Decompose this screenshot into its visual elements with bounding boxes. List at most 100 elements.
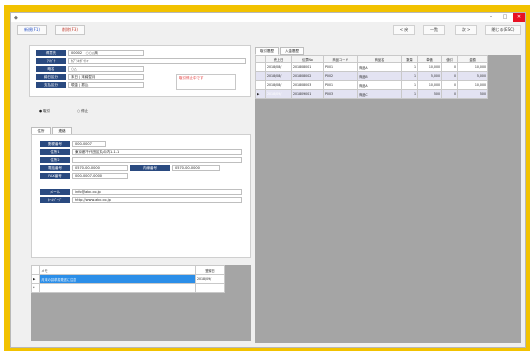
address2-label: 住所2 <box>40 157 70 163</box>
customer-code-label: 得意先 <box>36 50 66 56</box>
amount-cell[interactable]: 5,000 <box>457 71 488 81</box>
discount-cell[interactable]: 0 <box>441 89 458 99</box>
radio-option-2[interactable]: ○ 停止 <box>77 109 88 114</box>
amount-cell[interactable]: 10,000 <box>457 80 488 90</box>
customer-code-field[interactable]: 00002 ○○△商 <box>68 50 144 56</box>
list-button[interactable]: 一覧 <box>423 25 445 35</box>
toolbar: 新規(F1) 削除(F3) < 戻 一覧 次 > 閉じる(ESC) <box>11 24 525 36</box>
col-code: 商品コード <box>323 55 358 63</box>
table-row[interactable]: 2018/08/201808003 P001 商品A 1 10,000 0 10,000 <box>255 80 488 90</box>
amount-cell[interactable]: 500 <box>457 89 488 99</box>
zip-label: 郵便番号 <box>40 141 70 147</box>
col-qty: 数量 <box>401 55 418 63</box>
discount-cell[interactable]: 0 <box>441 71 458 81</box>
closing-select[interactable]: 末日 | 末締翌月 <box>68 74 144 80</box>
row-marker: ▶ <box>30 274 41 284</box>
qty-cell[interactable]: 1 <box>401 71 418 81</box>
table-row[interactable]: 2018/08/201808001 P001 商品A 1 10,000 0 10,000 <box>255 62 488 72</box>
table-row[interactable]: ▶ 2018/09/201809001 P003 商品C 1 500 0 500 <box>255 89 488 99</box>
prev-button[interactable]: < 戻 <box>393 25 415 35</box>
code-cell[interactable]: P002 <box>323 71 358 81</box>
closing-label: 締日区分 <box>36 74 66 80</box>
maximize-button[interactable]: □ <box>499 13 511 22</box>
address-panel: 郵便番号 000-0007 住所1 東京都千代田区丸の内1-1-1 住所2 電話… <box>31 134 251 258</box>
price-cell[interactable]: 5,000 <box>417 71 442 81</box>
url-field[interactable]: http://www.abc.co.jp <box>72 197 242 203</box>
notes-memo-cell[interactable]: 月末の請求書発送に注意 <box>39 274 196 284</box>
close-form-button[interactable]: 閉じる(ESC) <box>485 25 521 35</box>
date-cell[interactable]: 2018/08/ <box>265 71 292 81</box>
price-cell[interactable]: 10,000 <box>417 80 442 90</box>
fax-field[interactable]: 000-0007-0000 <box>72 173 128 179</box>
code-cell[interactable]: P003 <box>323 89 358 99</box>
tel-label: 電話番号 <box>40 165 70 171</box>
code-cell[interactable]: P001 <box>323 62 358 72</box>
address1-field[interactable]: 東京都千代田区丸の内1-1-1 <box>72 149 242 155</box>
row-marker <box>255 71 266 81</box>
tel-field[interactable]: 0570-00-0000 <box>72 165 128 171</box>
price-cell[interactable]: 10,000 <box>417 62 442 72</box>
kana-field[interactable]: ｶﾌﾞｼｷｶﾞｲｼｬ <box>68 58 246 64</box>
tab-sales-history[interactable]: 取引履歴 <box>255 47 279 55</box>
tel2-field[interactable]: 0570-00-0000 <box>172 165 220 171</box>
table-row[interactable]: * <box>30 283 226 293</box>
notes-header-date: 登録日 <box>194 265 226 275</box>
code-cell[interactable]: P001 <box>323 80 358 90</box>
table-row[interactable]: ▶ 月末の請求書発送に注意 2018/09/ <box>30 274 226 284</box>
amount-cell[interactable]: 10,000 <box>457 62 488 72</box>
date-cell[interactable]: 2018/08/ <box>265 62 292 72</box>
zip-field[interactable]: 000-0007 <box>72 141 106 147</box>
delete-button[interactable]: 削除(F3) <box>55 25 85 35</box>
customer-panel: 得意先 00002 ○○△商 ﾌﾘｶﾞﾅ ｶﾌﾞｼｷｶﾞｲｼｬ 略名 ○△ 締日… <box>29 45 251 97</box>
radio-option-1[interactable]: ● 取引 <box>39 109 50 114</box>
row-marker: ▶ <box>255 89 266 99</box>
col-date: 売上日 <box>265 55 292 63</box>
slip-cell[interactable]: 201808001 <box>291 62 324 72</box>
date-cell[interactable]: 2018/09/ <box>265 89 292 99</box>
price-cell[interactable]: 500 <box>417 89 442 99</box>
qty-cell[interactable]: 1 <box>401 80 418 90</box>
app-icon: ◆ <box>14 15 18 21</box>
short-name-field[interactable]: ○△ <box>68 66 144 72</box>
row-marker <box>255 62 266 72</box>
discount-cell[interactable]: 0 <box>441 62 458 72</box>
minimize-button[interactable]: – <box>485 13 497 22</box>
slip-cell[interactable]: 201809001 <box>291 89 324 99</box>
address2-field[interactable] <box>72 157 242 163</box>
name-cell[interactable]: 商品A <box>357 62 402 72</box>
new-row-marker: * <box>30 283 41 293</box>
email-field[interactable]: info@abc.co.jp <box>72 189 242 195</box>
sales-header-row: 売上日 伝票No 商品コード 商品名 数量 単価 値引 金額 <box>255 55 488 63</box>
payment-select[interactable]: 現金 | 振込 <box>68 82 144 88</box>
name-cell[interactable]: 商品C <box>357 89 402 99</box>
name-cell[interactable]: 商品B <box>357 71 402 81</box>
notes-date-cell[interactable] <box>194 283 226 293</box>
payment-label: 支払区分 <box>36 82 66 88</box>
notes-header-row: メモ 登録日 <box>30 265 226 275</box>
new-button[interactable]: 新規(F1) <box>17 25 47 35</box>
notes-date-cell[interactable]: 2018/09/ <box>194 274 226 284</box>
radio-option-1-label: 取引 <box>43 109 51 113</box>
next-button[interactable]: 次 > <box>455 25 477 35</box>
radio-option-2-label: 停止 <box>81 109 89 113</box>
qty-cell[interactable]: 1 <box>401 89 418 99</box>
tel2-label: 内線番号 <box>130 165 170 171</box>
notes-memo-cell[interactable] <box>39 283 196 293</box>
close-window-button[interactable]: ✕ <box>513 13 525 22</box>
address1-label: 住所1 <box>40 149 70 155</box>
qty-cell[interactable]: 1 <box>401 62 418 72</box>
sales-grid: 売上日 伝票No 商品コード 商品名 数量 単価 値引 金額 2018/08/2… <box>255 55 488 99</box>
notes-grid-area: メモ 登録日 ▶ 月末の請求書発送に注意 2018/09/ * <box>30 265 251 341</box>
name-cell[interactable]: 商品A <box>357 80 402 90</box>
table-row[interactable]: 2018/08/201808002 P002 商品B 1 5,000 0 5,000 <box>255 71 488 81</box>
col-name: 商品名 <box>357 55 402 63</box>
col-discount: 値引 <box>441 55 458 63</box>
slip-cell[interactable]: 201808003 <box>291 80 324 90</box>
url-label: ﾎｰﾑﾍﾟｰｼﾞ <box>40 197 70 203</box>
discount-cell[interactable]: 0 <box>441 80 458 90</box>
date-cell[interactable]: 2018/08/ <box>265 80 292 90</box>
title-bar: ◆ – □ ✕ <box>11 13 525 22</box>
col-mark <box>255 55 266 63</box>
tab-payment-history[interactable]: 入金履歴 <box>280 47 304 55</box>
slip-cell[interactable]: 201808002 <box>291 71 324 81</box>
